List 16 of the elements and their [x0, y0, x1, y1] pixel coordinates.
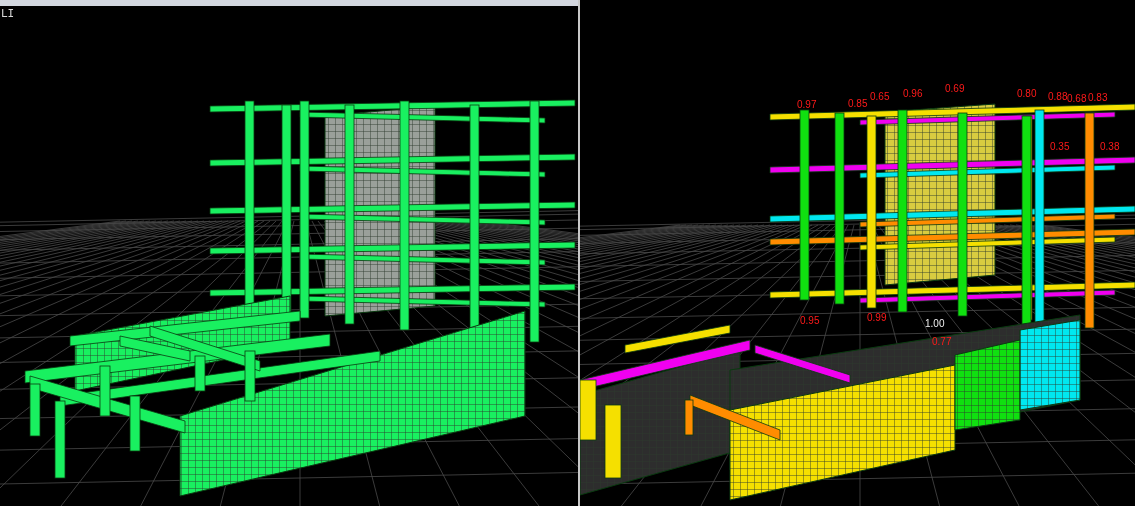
ratio-label: 0.88 [1048, 91, 1068, 102]
ratio-label: 0.68 [1067, 93, 1087, 104]
ratio-label: 0.80 [1017, 88, 1037, 99]
ratio-label: 0.95 [800, 315, 820, 326]
ratio-label: 0.38 [1100, 141, 1120, 152]
ratio-label: 0.35 [1050, 141, 1070, 152]
ratio-label: 0.77 [932, 336, 952, 347]
ratio-label: 1.00 [925, 318, 945, 329]
ratio-label: 0.85 [848, 98, 868, 109]
ratio-label: 0.96 [903, 88, 923, 99]
ratio-label: 0.99 [867, 312, 887, 323]
view-label: LI [1, 7, 15, 20]
ratio-label: 0.65 [870, 91, 890, 102]
ratio-label: 0.83 [1088, 92, 1108, 103]
ratio-label: 0.69 [945, 83, 965, 94]
ratio-label: 0.97 [797, 99, 817, 110]
